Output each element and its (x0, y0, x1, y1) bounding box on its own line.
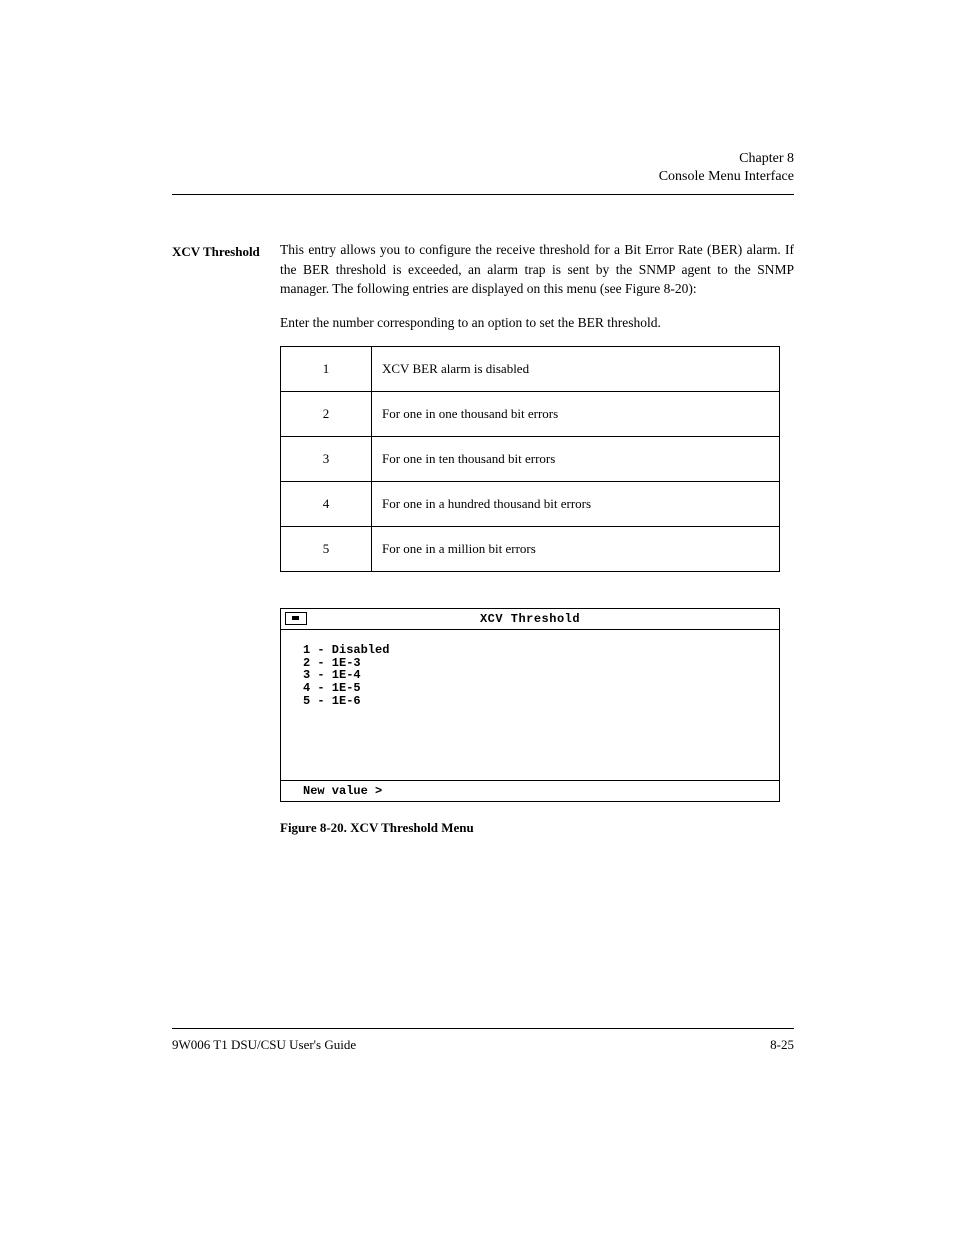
option-number-3: 3 (281, 437, 372, 482)
table-row: 3 For one in ten thousand bit errors (281, 437, 780, 482)
terminal-title: XCV Threshold (281, 612, 779, 626)
option-desc-5: For one in a million bit errors (372, 527, 780, 572)
option-number-2: 2 (281, 392, 372, 437)
terminal-window: XCV Threshold 1 - Disabled 2 - 1E-3 3 - … (280, 608, 780, 802)
terminal-body: 1 - Disabled 2 - 1E-3 3 - 1E-4 4 - 1E-5 … (281, 630, 779, 780)
terminal-titlebar: XCV Threshold (281, 609, 779, 630)
table-row: 5 For one in a million bit errors (281, 527, 780, 572)
header-chapter: Chapter 8 (172, 150, 794, 168)
header-divider (172, 194, 794, 195)
section-heading: XCV Threshold (172, 244, 260, 260)
option-desc-3: For one in ten thousand bit errors (372, 437, 780, 482)
option-desc-2: For one in one thousand bit errors (372, 392, 780, 437)
table-row: 2 For one in one thousand bit errors (281, 392, 780, 437)
figure-caption: Figure 8-20. XCV Threshold Menu (280, 820, 794, 836)
body-paragraph-1: This entry allows you to configure the r… (280, 240, 794, 299)
option-desc-4: For one in a hundred thousand bit errors (372, 482, 780, 527)
table-row: 4 For one in a hundred thousand bit erro… (281, 482, 780, 527)
footer-divider (172, 1028, 794, 1029)
option-number-1: 1 (281, 347, 372, 392)
body-paragraph-2: Enter the number corresponding to an opt… (280, 313, 794, 333)
option-number-5: 5 (281, 527, 372, 572)
footer-right: 8-25 (770, 1037, 794, 1053)
footer-left: 9W006 T1 DSU/CSU User's Guide (172, 1037, 356, 1053)
options-table: 1 XCV BER alarm is disabled 2 For one in… (280, 346, 780, 572)
terminal-prompt: New value > (281, 780, 779, 801)
option-desc-1: XCV BER alarm is disabled (372, 347, 780, 392)
table-row: 1 XCV BER alarm is disabled (281, 347, 780, 392)
option-number-4: 4 (281, 482, 372, 527)
header-title: Console Menu Interface (172, 168, 794, 186)
system-menu-icon (285, 612, 307, 625)
